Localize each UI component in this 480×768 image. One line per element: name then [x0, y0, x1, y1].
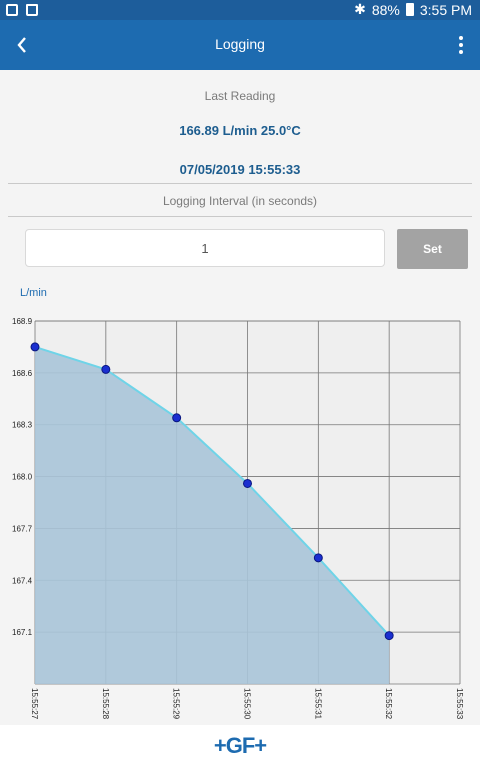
- last-reading-label: Last Reading: [204, 89, 276, 103]
- data-point: [30, 342, 40, 352]
- data-point: [313, 553, 323, 563]
- x-tick-label: 15:55:27: [30, 688, 39, 720]
- bluetooth-icon: ✱: [354, 1, 366, 17]
- last-reading-value: 166.89 L/min 25.0°C: [179, 123, 301, 138]
- logging-interval-input[interactable]: 1: [25, 229, 385, 267]
- overflow-menu-icon[interactable]: [458, 34, 464, 56]
- y-tick-label: 168.9: [12, 317, 33, 326]
- battery-icon: [405, 3, 414, 16]
- chart-unit-label: L/min: [20, 287, 47, 299]
- data-point: [172, 413, 182, 423]
- x-tick-label: 15:55:30: [243, 688, 252, 720]
- y-axis-ticks: 168.9 168.6 168.3 168.0 167.7 167.4 167.1: [12, 317, 33, 637]
- app-bar: Logging: [0, 20, 480, 70]
- data-point: [101, 364, 111, 374]
- status-bar: ✱ 88% 3:55 PM: [0, 0, 480, 20]
- flow-rate-chart: 168.9 168.6 168.3 168.0 167.7 167.4 167.1 15:5…: [12, 317, 464, 720]
- y-tick-label: 168.0: [12, 473, 33, 482]
- y-tick-label: 168.3: [12, 421, 33, 430]
- logging-interval-label: Logging Interval (in seconds): [162, 194, 318, 208]
- y-tick-label: 167.4: [12, 576, 33, 585]
- y-tick-label: 167.7: [12, 524, 33, 533]
- y-tick-label: 168.6: [12, 369, 33, 378]
- status-time: 3:55 PM: [419, 1, 472, 18]
- set-button[interactable]: Set: [397, 229, 468, 269]
- data-point: [384, 631, 394, 641]
- x-tick-label: 15:55:33: [455, 688, 464, 720]
- data-point: [243, 478, 252, 488]
- divider: [8, 216, 472, 217]
- x-tick-label: 15:55:32: [384, 688, 393, 720]
- x-axis-ticks: 15:55:27 15:55:28 15:55:29 15:55:30 15:55:31…: [30, 688, 464, 720]
- x-tick-label: 15:55:29: [172, 688, 181, 720]
- page-title: Logging: [215, 36, 265, 52]
- lock-icon: [26, 4, 38, 16]
- gf-logo: +GF+: [213, 733, 267, 758]
- x-tick-label: 15:55:28: [101, 688, 110, 720]
- last-reading-timestamp: 07/05/2019 15:55:33: [179, 162, 301, 177]
- x-tick-label: 15:55:31: [313, 688, 322, 720]
- battery-percent: 88%: [371, 1, 400, 18]
- gallery-icon: [6, 4, 18, 16]
- y-tick-label: 167.1: [12, 628, 33, 637]
- interval-value: 1: [201, 241, 209, 256]
- footer: +GF+: [0, 725, 480, 768]
- divider: [8, 183, 472, 184]
